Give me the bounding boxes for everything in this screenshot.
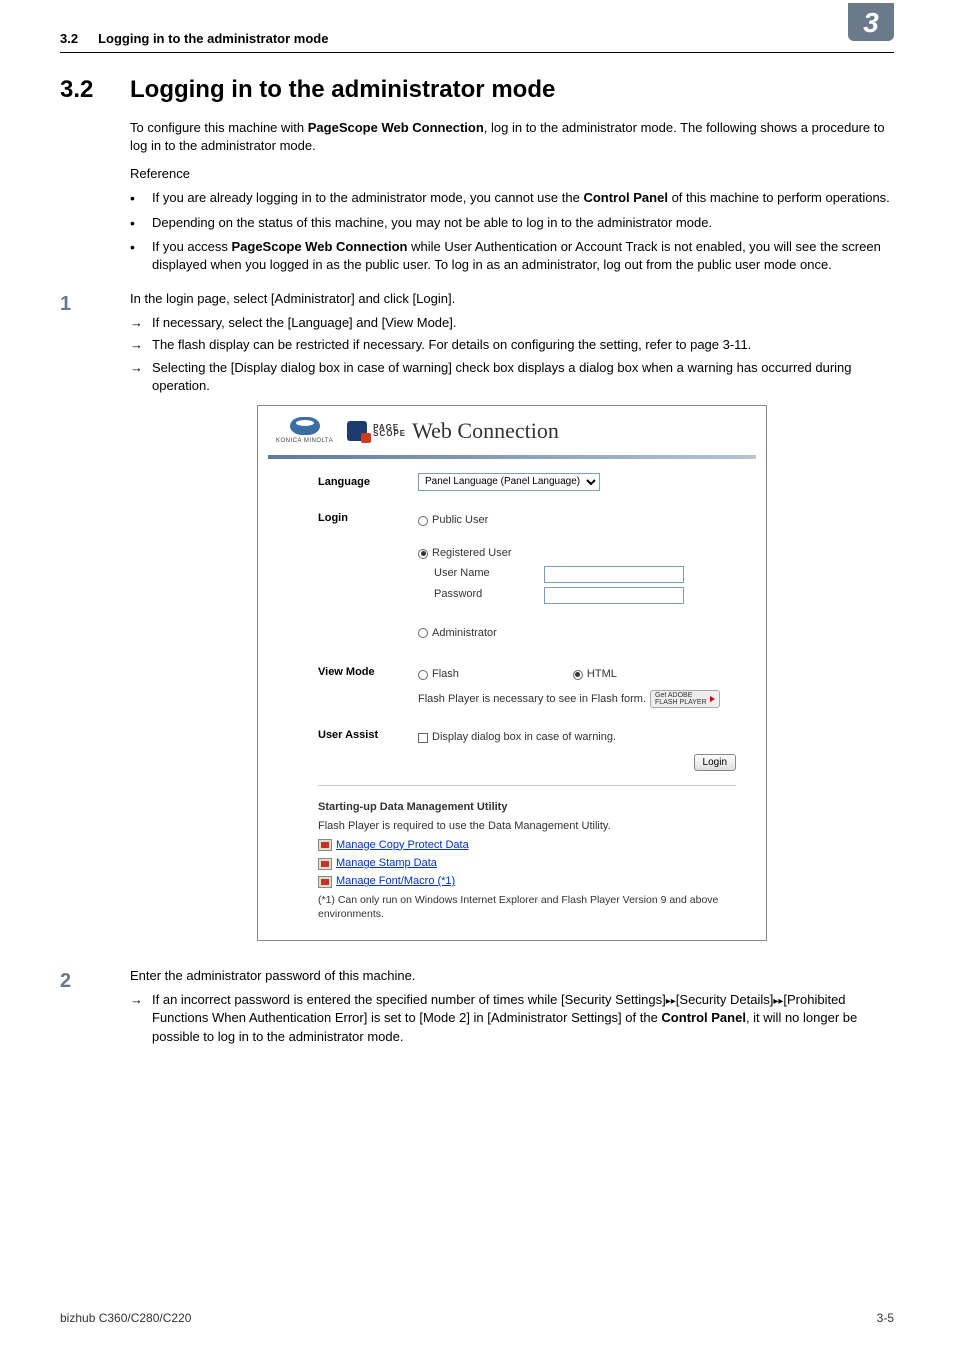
- step-text: Enter the administrator password of this…: [130, 967, 894, 985]
- intro-bold: PageScope Web Connection: [308, 120, 484, 135]
- bullet-item: If you access PageScope Web Connection w…: [130, 238, 894, 274]
- konica-minolta-icon: [290, 417, 320, 435]
- password-input[interactable]: [544, 587, 684, 604]
- password-label: Password: [434, 587, 544, 602]
- screenshot-divider: [268, 455, 756, 459]
- login-label: Login: [318, 509, 418, 526]
- heading-title: Logging in to the administrator mode: [130, 73, 555, 107]
- page-footer: bizhub C360/C280/C220 3-5: [60, 1310, 894, 1327]
- screenshot-header: KONICA MINOLTA PAGESCOPE Web Connection: [258, 406, 766, 455]
- radio-icon: [418, 628, 428, 638]
- language-select[interactable]: Panel Language (Panel Language): [418, 473, 600, 491]
- flash-note-text: Flash Player is necessary to see in Flas…: [418, 692, 646, 707]
- manage-copy-protect-link[interactable]: Manage Copy Protect Data: [336, 838, 469, 853]
- bullet-item: If you are already logging in to the adm…: [130, 189, 894, 207]
- administrator-text: Administrator: [432, 626, 497, 641]
- public-user-text: Public User: [432, 513, 488, 528]
- flash-radio[interactable]: Flash: [418, 667, 459, 682]
- warning-dialog-checkbox[interactable]: Display dialog box in case of warning.: [418, 730, 736, 745]
- bullet-item: Depending on the status of this machine,…: [130, 214, 894, 232]
- step-substeps: If an incorrect password is entered the …: [130, 991, 894, 1046]
- arrow-icon: ▸▸: [666, 996, 676, 1007]
- login-button[interactable]: Login: [694, 754, 736, 771]
- page-header: 3.2 Logging in to the administrator mode…: [60, 30, 894, 53]
- step-text: In the login page, select [Administrator…: [130, 290, 894, 308]
- manage-stamp-link[interactable]: Manage Stamp Data: [336, 856, 437, 871]
- username-input[interactable]: [544, 566, 684, 583]
- step-2: 2 Enter the administrator password of th…: [60, 967, 894, 1050]
- pagescope-logo: PAGESCOPE Web Connection: [347, 416, 559, 447]
- utility-icon: [318, 876, 332, 888]
- step-1: 1 In the login page, select [Administrat…: [60, 290, 894, 961]
- pagescope-big-text: Web Connection: [412, 416, 559, 447]
- arrow-icon: ▸▸: [773, 996, 783, 1007]
- manage-font-macro-link[interactable]: Manage Font/Macro (*1): [336, 874, 455, 889]
- username-label: User Name: [434, 566, 544, 581]
- chapter-badge: 3: [848, 3, 894, 41]
- login-screenshot: KONICA MINOLTA PAGESCOPE Web Connection …: [257, 405, 767, 941]
- adobe-play-icon: [710, 696, 715, 702]
- step-number: 1: [60, 290, 130, 961]
- checkbox-icon: [418, 733, 428, 743]
- flash-text: Flash: [432, 667, 459, 682]
- utility-icon: [318, 839, 332, 851]
- header-section-number: 3.2: [60, 30, 78, 48]
- screenshot-separator: [318, 785, 736, 786]
- get-adobe-flash-button[interactable]: Get ADOBEFLASH PLAYER: [650, 690, 720, 708]
- substep: The flash display can be restricted if n…: [130, 336, 894, 354]
- html-text: HTML: [587, 667, 617, 682]
- konica-minolta-text: KONICA MINOLTA: [276, 437, 333, 445]
- intro-pre: To configure this machine with: [130, 120, 308, 135]
- radio-icon: [573, 670, 583, 680]
- reference-label: Reference: [130, 165, 894, 183]
- view-mode-label: View Mode: [318, 663, 418, 680]
- footnote: (*1) Can only run on Windows Internet Ex…: [318, 893, 736, 922]
- utility-icon: [318, 858, 332, 870]
- language-label: Language: [318, 473, 418, 490]
- header-section-title: Logging in to the administrator mode: [98, 30, 848, 48]
- user-assist-text: Display dialog box in case of warning.: [432, 730, 616, 745]
- substep: If necessary, select the [Language] and …: [130, 314, 894, 332]
- administrator-radio[interactable]: Administrator: [418, 626, 736, 641]
- substep: Selecting the [Display dialog box in cas…: [130, 359, 894, 395]
- starting-up-title: Starting-up Data Management Utility: [318, 800, 736, 815]
- reference-bullets: If you are already logging in to the adm…: [130, 189, 894, 274]
- public-user-radio[interactable]: Public User: [418, 513, 736, 528]
- registered-user-radio[interactable]: Registered User: [418, 546, 736, 561]
- user-assist-label: User Assist: [318, 726, 418, 743]
- konica-minolta-logo: KONICA MINOLTA: [276, 417, 333, 445]
- step-substeps: If necessary, select the [Language] and …: [130, 314, 894, 395]
- substep: If an incorrect password is entered the …: [130, 991, 894, 1046]
- step-number: 2: [60, 967, 130, 1050]
- radio-icon: [418, 549, 428, 559]
- starting-up-note: Flash Player is required to use the Data…: [318, 819, 736, 834]
- adobe-text: Get ADOBEFLASH PLAYER: [655, 692, 707, 706]
- heading-number: 3.2: [60, 73, 130, 107]
- pagescope-icon: [347, 421, 367, 441]
- footer-model: bizhub C360/C280/C220: [60, 1310, 191, 1327]
- registered-user-text: Registered User: [432, 546, 511, 561]
- radio-icon: [418, 670, 428, 680]
- footer-page-number: 3-5: [877, 1310, 894, 1327]
- html-radio[interactable]: HTML: [573, 667, 617, 682]
- pagescope-small-text: PAGESCOPE: [373, 425, 406, 437]
- main-heading: 3.2 Logging in to the administrator mode: [60, 73, 894, 107]
- radio-icon: [418, 516, 428, 526]
- intro-paragraph: To configure this machine with PageScope…: [130, 119, 894, 155]
